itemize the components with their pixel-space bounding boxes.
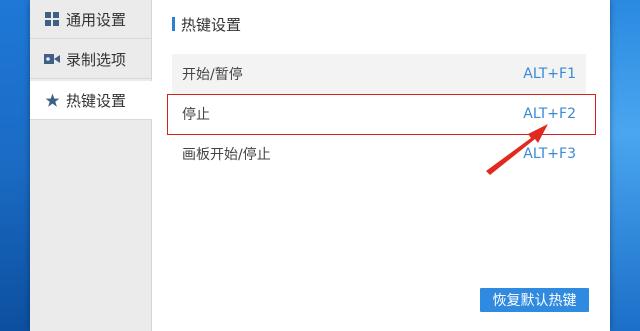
grid-icon (44, 11, 60, 27)
section-title-text: 热键设置 (181, 15, 242, 34)
hotkey-name: 开始/暂停 (182, 67, 243, 83)
sidebar-item-label: 热键设置 (66, 91, 127, 110)
hotkey-name: 画板开始/停止 (182, 147, 271, 163)
sidebar: 通用设置 录制选项 热键设置 (30, 0, 152, 331)
section-title: 热键设置 (172, 14, 241, 34)
hotkey-row-stop[interactable]: 停止 ALT+F2 (172, 94, 586, 134)
hotkey-row-board-start-stop[interactable]: 画板开始/停止 ALT+F3 (172, 134, 586, 174)
desktop-wallpaper-left (0, 0, 30, 331)
hotkey-value[interactable]: ALT+F2 (523, 106, 576, 122)
sidebar-item-recording[interactable]: 录制选项 (30, 40, 151, 79)
star-icon (44, 92, 60, 108)
hotkey-name: 停止 (182, 107, 210, 123)
sidebar-item-label: 通用设置 (66, 10, 127, 29)
restore-default-hotkeys-button[interactable]: 恢复默认热键 (480, 288, 589, 312)
sidebar-item-general[interactable]: 通用设置 (30, 0, 151, 39)
desktop-wallpaper-right (608, 0, 640, 331)
hotkey-value[interactable]: ALT+F3 (523, 146, 576, 162)
hotkey-panel: 热键设置 开始/暂停 ALT+F1 停止 ALT+F2 画板开始/停止 ALT+… (152, 0, 610, 331)
hotkey-value[interactable]: ALT+F1 (523, 66, 576, 82)
sidebar-item-hotkeys[interactable]: 热键设置 (30, 81, 152, 120)
video-camera-icon (44, 51, 60, 67)
section-title-bar (172, 17, 175, 31)
sidebar-item-label: 录制选项 (66, 50, 127, 69)
settings-window: 通用设置 录制选项 热键设置 热键设置 开始/暂停 ALT+F1 停止 ALT+… (30, 0, 610, 331)
hotkey-row-start-pause[interactable]: 开始/暂停 ALT+F1 (172, 54, 586, 94)
